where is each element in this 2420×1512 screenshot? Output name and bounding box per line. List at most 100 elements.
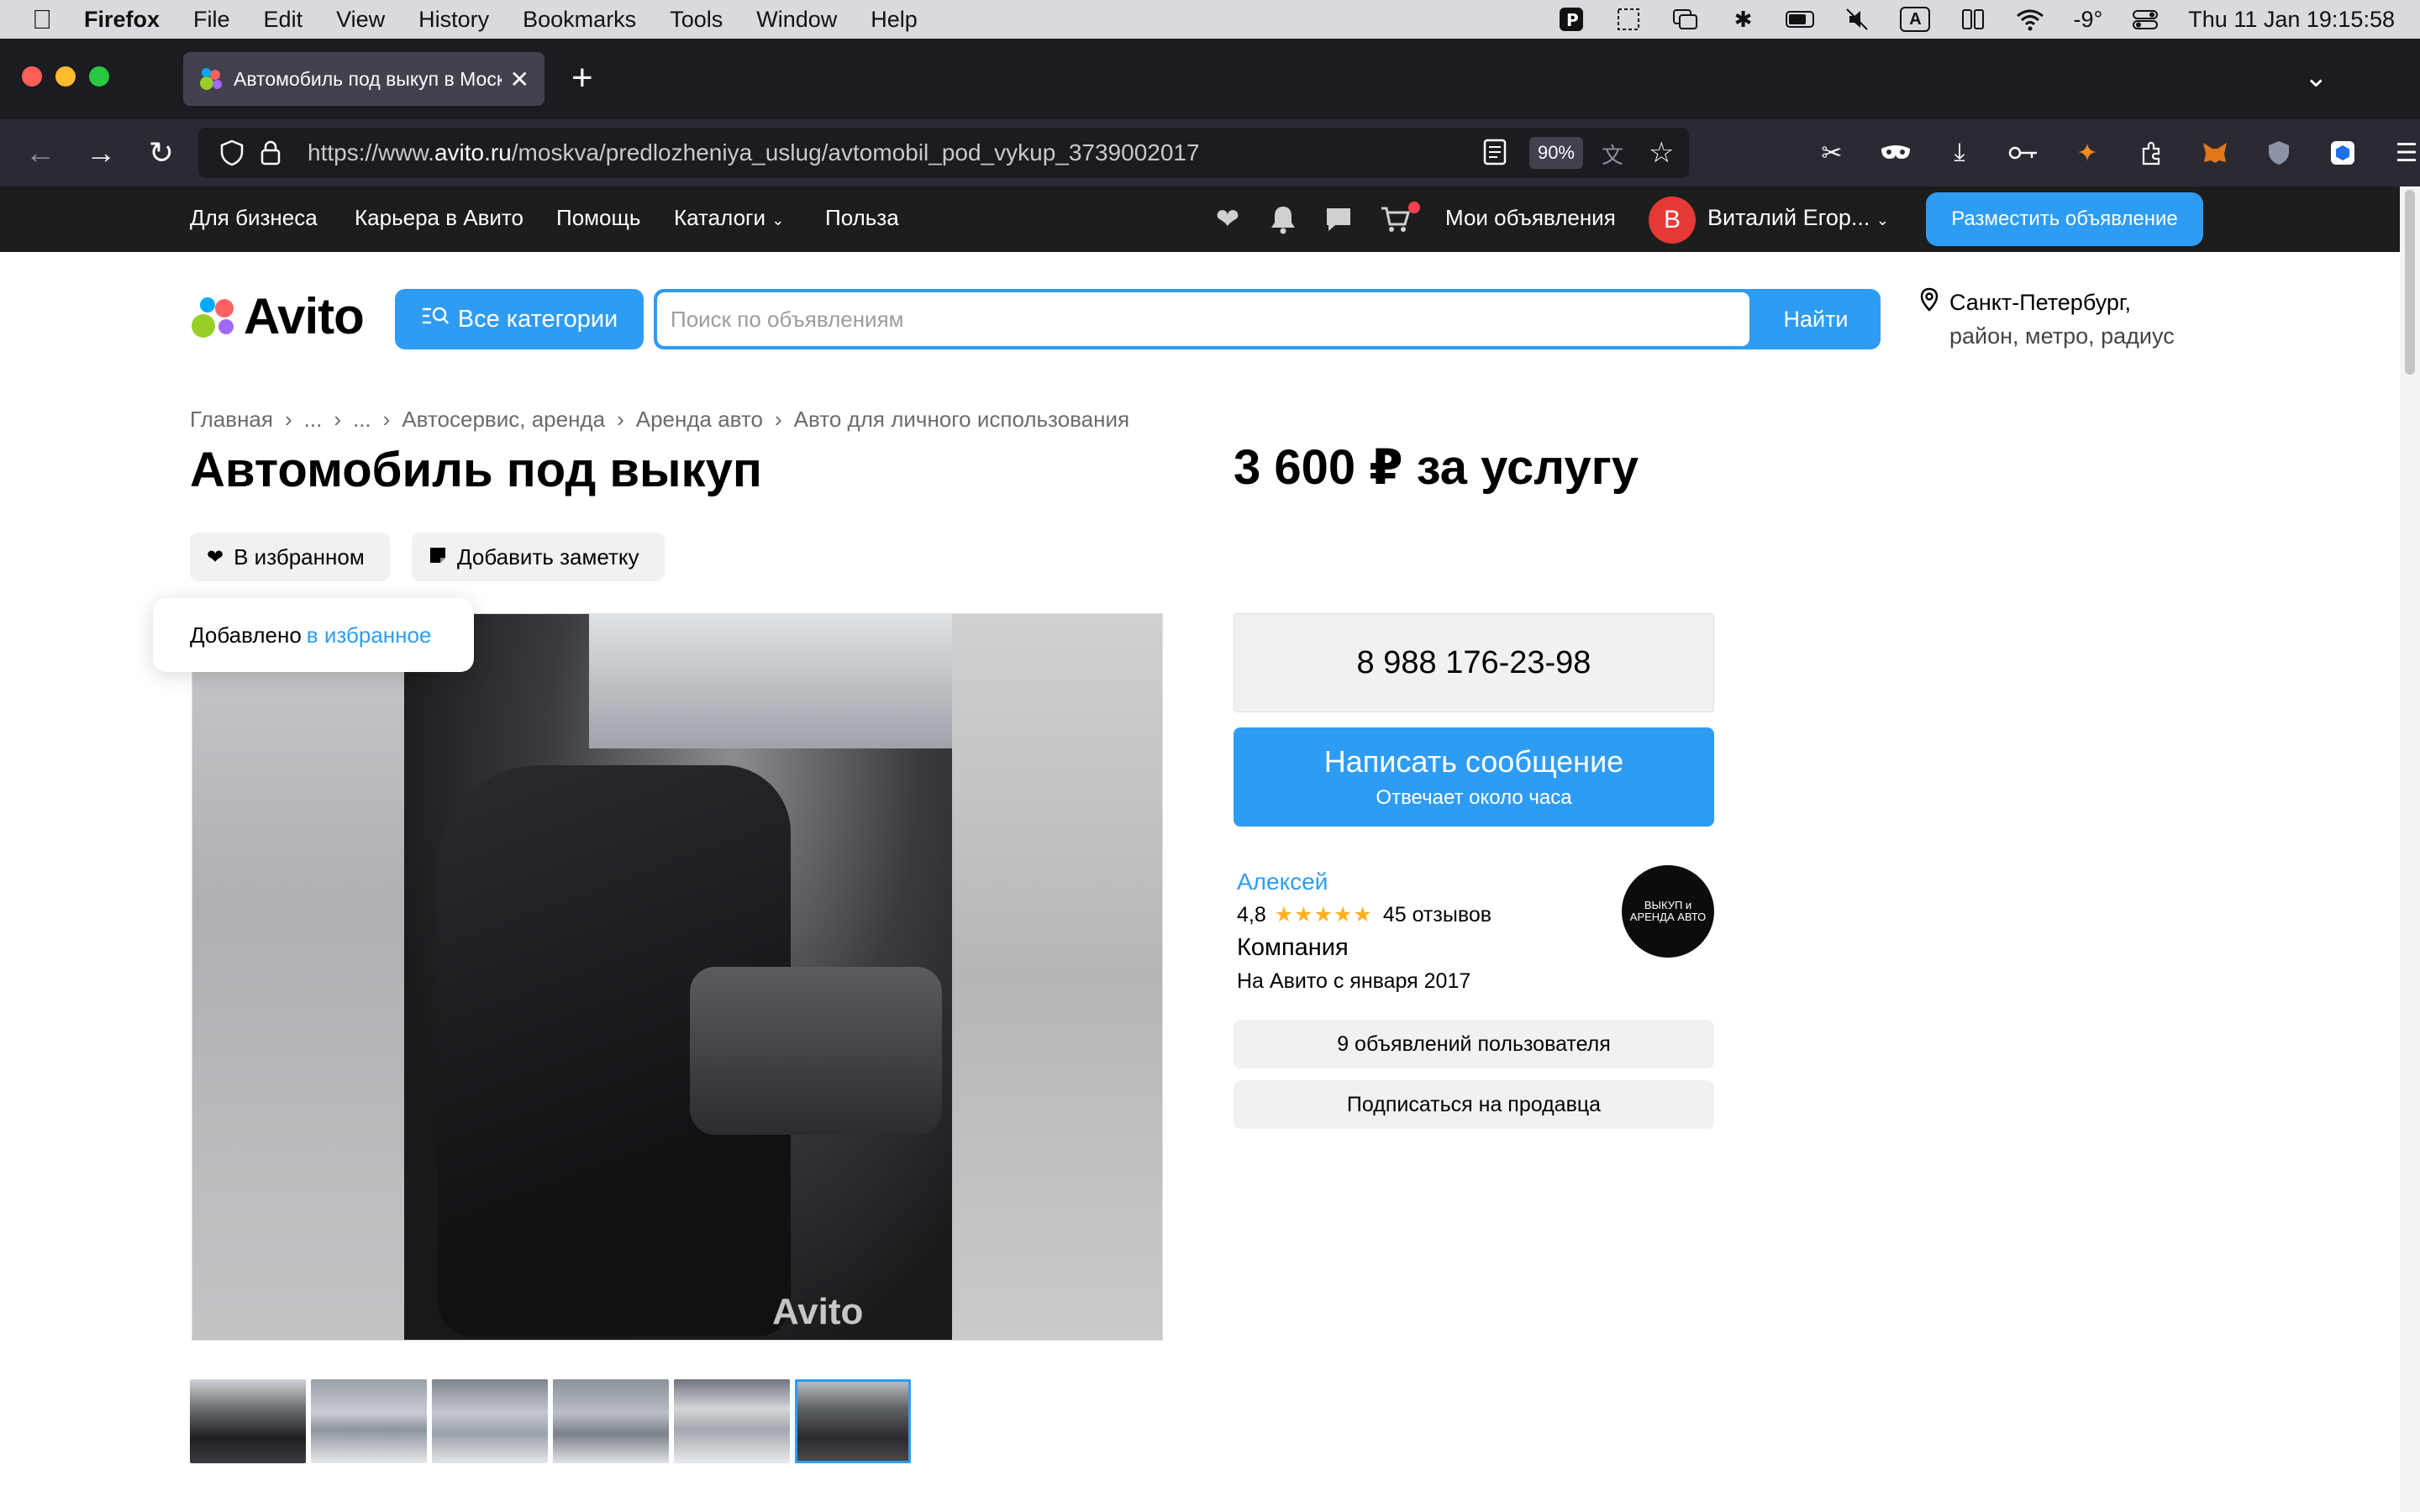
control-center-icon[interactable] [2131,7,2160,32]
thumbnail-1[interactable] [190,1379,306,1463]
privacy-shield-icon[interactable] [2262,136,2296,170]
screenshot-icon[interactable] [1614,7,1643,32]
thumbnail-3[interactable] [432,1379,548,1463]
avito-logo-dots-icon [190,291,240,341]
search-input[interactable] [657,292,1749,346]
add-note-button[interactable]: Добавить заметку [412,533,665,581]
zoom-level-button[interactable]: 90% [1528,137,1583,169]
lock-icon[interactable] [254,136,287,170]
avito-top-nav: Для бизнеса Карьера в Авито Помощь Катал… [0,186,2400,252]
tab-active[interactable]: Автомобиль под выкуп в Москве ✕ [183,52,544,106]
forward-button[interactable]: → [82,134,119,171]
user-menu[interactable]: Виталий Егор... ⌄ [1707,205,1889,231]
back-button[interactable]: ← [22,134,59,171]
thumbnail-5[interactable] [674,1379,790,1463]
windows-icon[interactable] [1671,7,1700,32]
nav-catalogs[interactable]: Каталоги ⌄ [674,205,784,231]
input-source-icon[interactable]: A [1900,7,1931,32]
reviews-count: 45 отзывов [1382,902,1492,927]
reload-button[interactable]: ↻ [143,134,180,171]
breadcrumb-ellipsis-1[interactable]: ... [304,407,323,433]
screenshot-tool-icon[interactable]: ✂ [1815,136,1849,170]
scrollbar-thumb[interactable] [2405,190,2415,375]
private-mask-icon[interactable] [1879,136,1912,170]
avito-logo[interactable]: Avito [190,288,365,344]
seller-logo[interactable]: ВЫКУП и АРЕНДА АВТО [1622,865,1714,958]
messages-icon[interactable] [1323,203,1355,235]
translate-icon[interactable]: 文 [1602,139,1630,168]
subscribe-seller-button[interactable]: Подписаться на продавца [1234,1080,1714,1129]
list-all-tabs-icon[interactable]: ⌄ [2304,60,2328,94]
post-ad-button[interactable]: Разместить объявление [1926,192,2203,246]
downloads-icon[interactable]: ⤓ [1943,136,1976,170]
photo-window-area [589,614,952,748]
notifications-bell-icon[interactable] [1267,203,1299,235]
thumbnail-4[interactable] [553,1379,669,1463]
extension-hex-icon[interactable] [2326,136,2360,170]
menu-file[interactable]: File [193,7,230,33]
new-tab-button[interactable]: + [571,57,593,99]
thumbnail-2[interactable] [311,1379,427,1463]
breadcrumb-ellipsis-2[interactable]: ... [353,407,371,433]
menu-view[interactable]: View [336,7,385,33]
bluetooth-icon[interactable]: ✱ [1728,7,1757,32]
breadcrumb-car-rental[interactable]: Аренда авто [636,407,763,433]
main-photo[interactable]: Avito [192,613,1163,1341]
url-text[interactable]: https://www.avito.ru/moskva/predlozheniy… [308,139,1200,166]
favorites-heart-icon[interactable]: ❤ [1212,203,1244,235]
parking-app-icon[interactable]: P [1557,7,1586,32]
nav-for-business[interactable]: Для бизнеса [190,205,318,231]
window-minimize-button[interactable] [55,66,76,87]
breadcrumb-autoservice[interactable]: Автосервис, аренда [402,407,605,433]
menu-window[interactable]: Window [756,7,837,33]
tracking-shield-icon[interactable] [215,136,249,170]
password-key-icon[interactable] [2007,136,2040,170]
car-interior-photo [404,614,952,1340]
weather-temperature[interactable]: -9° [2073,7,2102,33]
chevron-right-icon: › [775,407,782,432]
nav-help[interactable]: Помощь [556,205,640,231]
metamask-fox-icon[interactable] [2198,136,2232,170]
window-close-button[interactable] [22,66,42,87]
menu-tools[interactable]: Tools [670,7,723,33]
search-button[interactable]: Найти [1751,289,1881,349]
url-bar[interactable]: https://www.avito.ru/moskva/predlozheniy… [198,128,1689,178]
all-categories-button[interactable]: Все категории [395,289,644,349]
battery-icon[interactable] [1786,7,1815,32]
reader-view-icon[interactable] [1482,139,1511,167]
my-ads-link[interactable]: Мои объявления [1445,205,1616,231]
wifi-icon[interactable] [2016,7,2044,32]
menu-app-firefox[interactable]: Firefox [84,7,160,33]
app-menu-hamburger-icon[interactable]: ☰ [2390,136,2420,170]
breadcrumb-home[interactable]: Главная [190,407,273,433]
menu-bookmarks[interactable]: Bookmarks [523,7,636,33]
bookmark-star-icon[interactable]: ☆ [1649,139,1677,167]
mute-icon[interactable] [1843,7,1871,32]
cart-icon[interactable] [1380,203,1412,235]
location-selector[interactable]: Санкт-Петербург, район, метро, радиус [1919,286,2175,353]
menu-edit[interactable]: Edit [264,7,303,33]
seller-name-link[interactable]: Алексей [1237,869,1328,895]
nav-benefit[interactable]: Польза [825,205,899,231]
clock[interactable]: Thu 11 Jan 19:15:58 [2188,7,2395,33]
extensions-puzzle-icon[interactable] [2134,136,2168,170]
nav-careers[interactable]: Карьера в Авито [355,205,523,231]
seller-rating[interactable]: 4,8 ★★★★★ 45 отзывов [1237,902,1491,927]
breadcrumb-personal-use[interactable]: Авто для личного использования [794,407,1129,433]
apple-menu-icon[interactable]:  [0,4,84,35]
phone-number[interactable]: 8 988 176-23-98 [1234,613,1714,712]
window-zoom-button[interactable] [89,66,109,87]
menu-help[interactable]: Help [871,7,918,33]
thumbnail-6-active[interactable] [795,1379,911,1463]
chevron-right-icon: › [617,407,624,432]
write-message-button[interactable]: Написать сообщение Отвечает около часа [1234,727,1714,827]
toast-favorites-link[interactable]: в избранное [307,622,432,648]
menu-history[interactable]: History [418,7,489,33]
seller-ads-button[interactable]: 9 объявлений пользователя [1234,1020,1714,1068]
tab-close-icon[interactable]: ✕ [510,66,529,93]
reader-icon[interactable] [1959,7,1987,32]
extension-fox-icon[interactable]: ✦ [2070,136,2104,170]
page-scrollbar[interactable] [2400,186,2420,1512]
user-avatar[interactable]: В [1649,197,1696,244]
favorite-button[interactable]: ❤ В избранном [190,533,390,581]
